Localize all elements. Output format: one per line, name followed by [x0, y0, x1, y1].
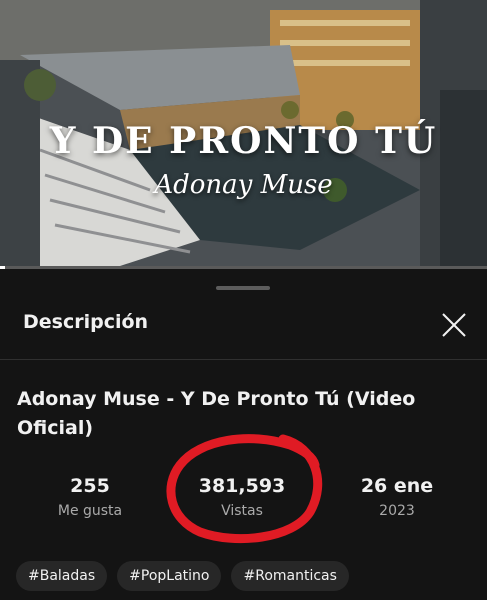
stats-row: 255 Me gusta 381,593 Vistas 26 ene 2023	[0, 475, 487, 535]
hashtag-chip[interactable]: #PopLatino	[117, 561, 222, 591]
hashtag-chip[interactable]: #Romanticas	[231, 561, 349, 591]
close-icon	[442, 313, 466, 337]
video-player[interactable]: Y DE PRONTO TÚ Adonay Muse	[0, 0, 487, 266]
views-stat: 381,593 Vistas	[172, 475, 312, 519]
close-button[interactable]	[436, 307, 472, 343]
publish-year: 2023	[379, 503, 415, 519]
drag-handle[interactable]	[216, 286, 270, 290]
likes-label: Me gusta	[57, 503, 123, 519]
video-title-overlay: Y DE PRONTO TÚ	[49, 120, 438, 162]
views-label: Vistas	[221, 503, 263, 519]
likes-count: 255	[70, 475, 110, 497]
description-panel: Descripción Adonay Muse - Y De Pronto Tú…	[0, 269, 487, 600]
hashtag-chip[interactable]: #Baladas	[16, 561, 108, 591]
video-artist-overlay: Adonay Muse	[154, 170, 333, 200]
divider	[0, 359, 487, 360]
panel-title: Descripción	[23, 311, 149, 333]
hashtag-list: #Baladas #PopLatino #Romanticas	[16, 561, 349, 591]
views-count: 381,593	[198, 475, 286, 497]
likes-stat: 255 Me gusta	[20, 475, 160, 519]
date-stat: 26 ene 2023	[327, 475, 467, 519]
publish-date: 26 ene	[360, 475, 434, 497]
